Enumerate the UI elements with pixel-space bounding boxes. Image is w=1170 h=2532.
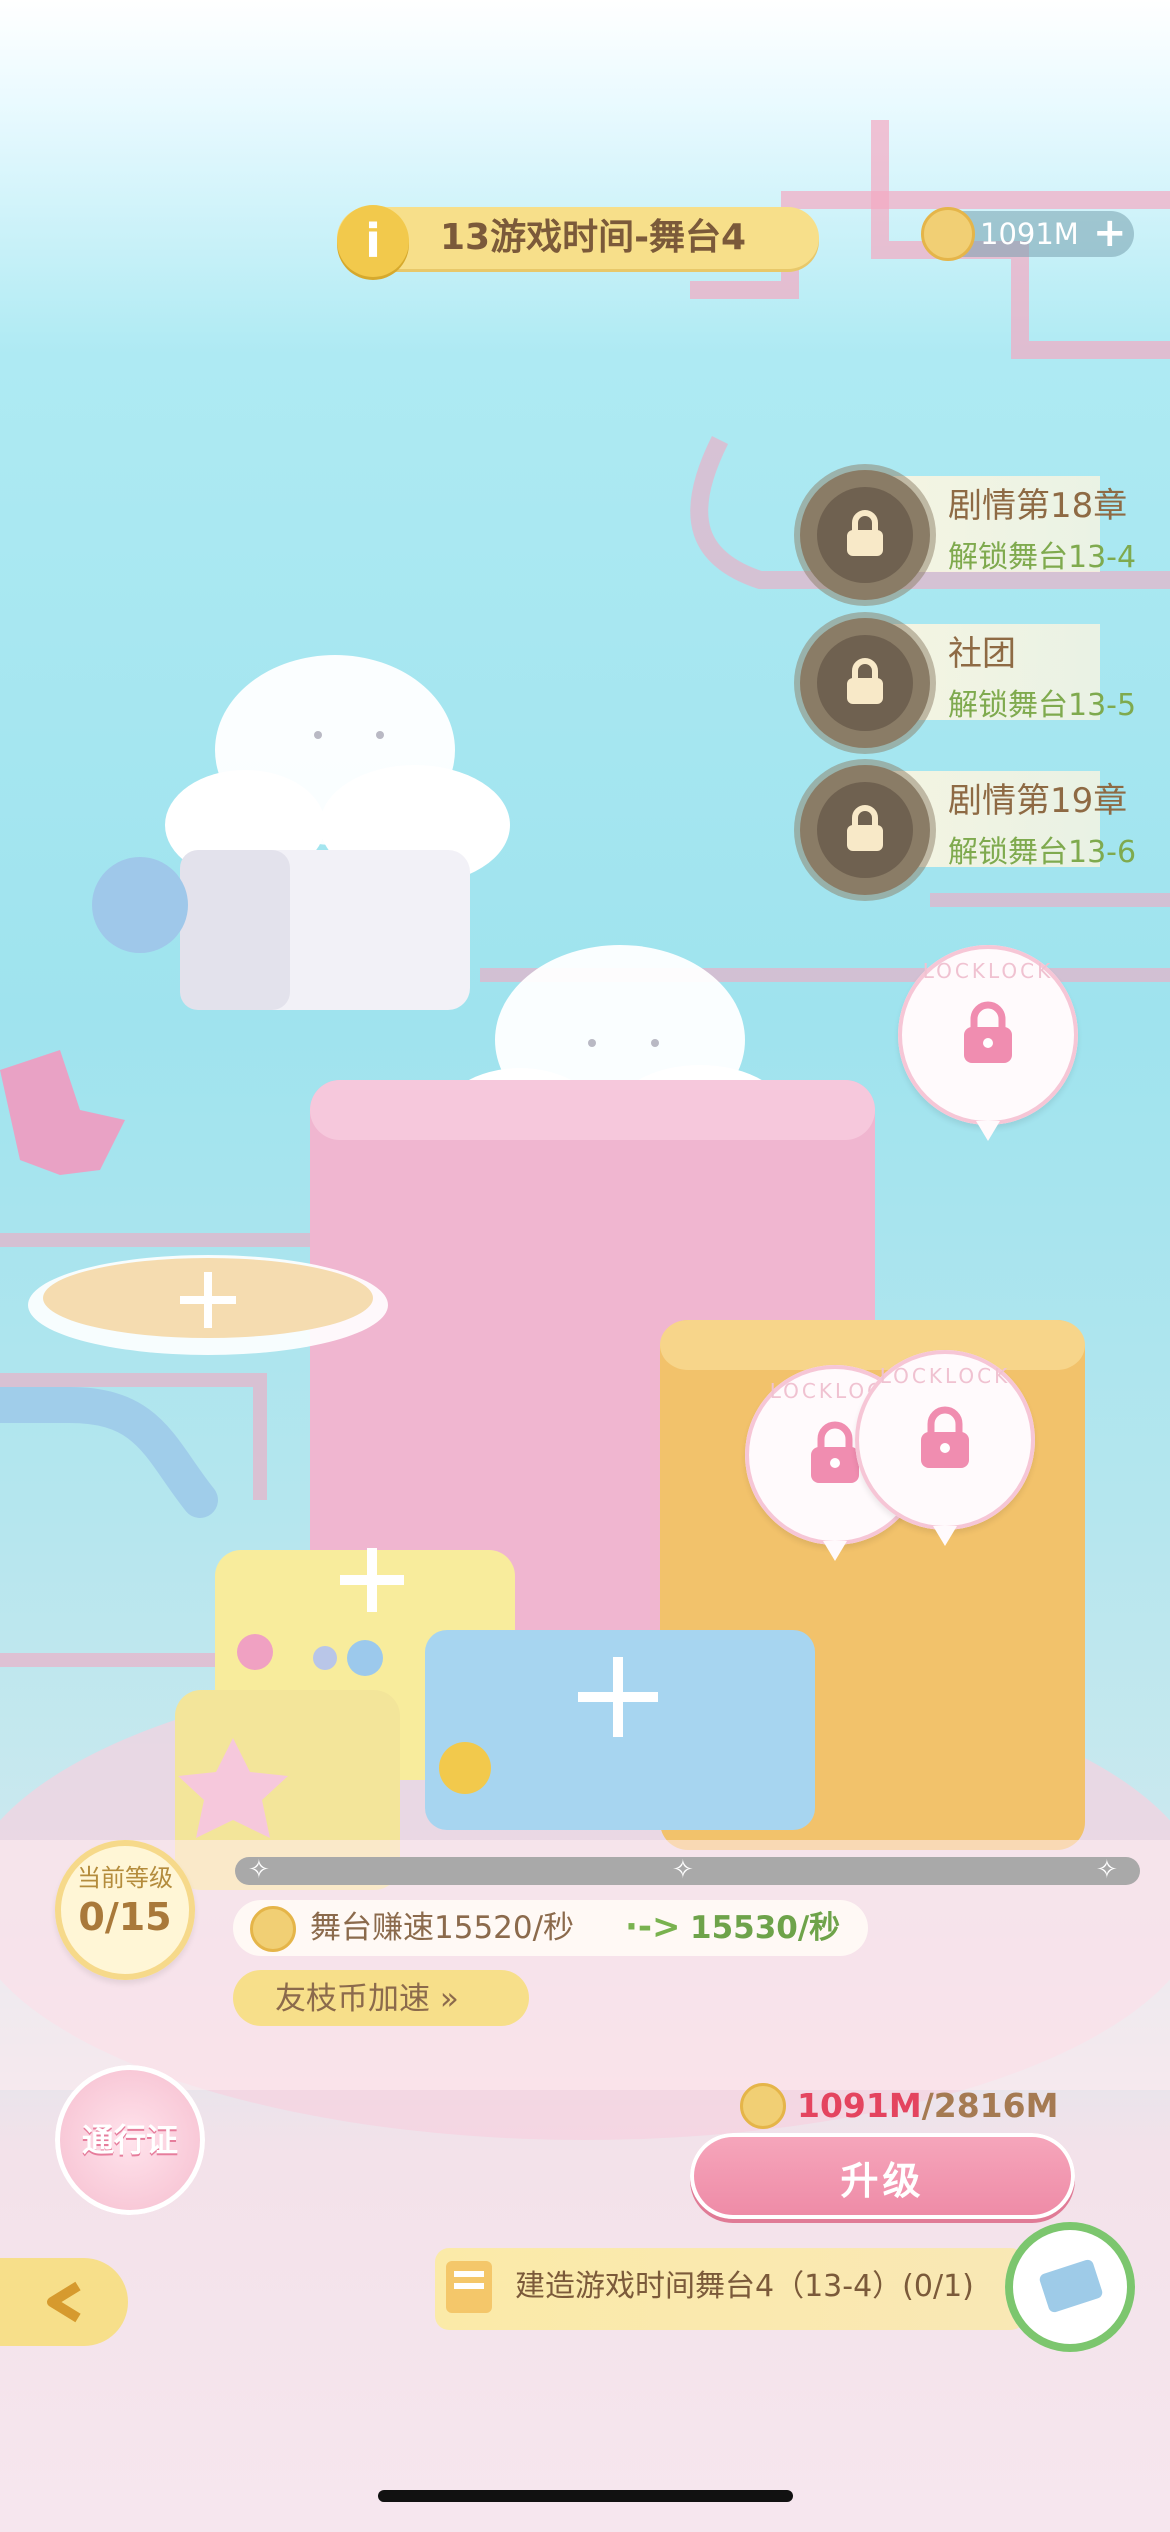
- cost-total: /2816M: [921, 2086, 1059, 2125]
- unlock-card-club[interactable]: 社团 解锁舞台13-5: [800, 618, 1136, 748]
- back-button[interactable]: [0, 2258, 128, 2346]
- coin-icon: [921, 207, 975, 261]
- locked-camera-icon: [800, 470, 930, 600]
- lock-bubble-text: LOCKLOCK: [879, 1364, 1011, 1388]
- game-scene: LOCKLOCK LOCKLOCK LOCKLOCK i 13游戏时间-舞台4 …: [0, 0, 1170, 2532]
- unlock-title: 社团: [948, 634, 1016, 674]
- card-button[interactable]: [1005, 2222, 1135, 2352]
- upgrade-label: 升级: [840, 2159, 925, 2203]
- progress-tick-icon: ✧: [248, 1855, 270, 1885]
- coin-icon: [250, 1906, 296, 1952]
- unlock-card-story-18[interactable]: 剧情第18章 解锁舞台13-4: [800, 470, 1136, 600]
- card-icon: [1039, 2259, 1103, 2313]
- unlock-card-story-19[interactable]: 剧情第19章 解锁舞台13-6: [800, 765, 1136, 895]
- lock-bubble[interactable]: LOCKLOCK: [855, 1350, 1035, 1546]
- earn-speed-current: 舞台赚速15520/秒: [310, 1910, 575, 1946]
- coin-amount: 1091M: [980, 217, 1079, 251]
- add-coins-icon[interactable]: +: [1093, 210, 1127, 256]
- lock-icon: [921, 1406, 969, 1468]
- earn-speed-next: 15530/秒: [690, 1910, 841, 1946]
- home-indicator: [378, 2490, 793, 2502]
- unlock-subtitle: 解锁舞台13-4: [948, 540, 1137, 575]
- coin-boost-label: 友枝币加速 »: [275, 1981, 459, 2017]
- pass-label: 通行证: [81, 2121, 178, 2159]
- locked-cup-icon: [800, 618, 930, 748]
- upgrade-cost: 1091M/2816M: [797, 2083, 1058, 2129]
- level-value: 0/15: [78, 1895, 172, 1939]
- unlock-title: 剧情第19章: [948, 781, 1128, 821]
- scroll-icon: [446, 2261, 492, 2313]
- quest-text: 建造游戏时间舞台4（13-4）(0/1): [515, 2269, 974, 2304]
- stage-title: 13游戏时间-舞台4: [440, 217, 747, 258]
- unlock-title: 剧情第18章: [948, 486, 1128, 526]
- progress-tick-icon: ✧: [1096, 1855, 1118, 1885]
- lock-bubble-text: LOCKLOCK: [922, 959, 1054, 983]
- lock-bubble[interactable]: LOCKLOCK: [898, 945, 1078, 1141]
- unlock-subtitle: 解锁舞台13-6: [948, 835, 1137, 870]
- lock-icon: [964, 1001, 1012, 1063]
- info-icon[interactable]: i: [337, 205, 409, 277]
- locked-camera-icon: [800, 765, 930, 895]
- level-label: 当前等级: [77, 1864, 173, 1892]
- back-arrow-icon: [47, 2281, 81, 2323]
- coin-icon: [740, 2083, 786, 2129]
- arrow-right-icon: ·->: [625, 1907, 681, 1947]
- cost-current: 1091M: [797, 2086, 922, 2125]
- progress-tick-icon: ✧: [672, 1855, 694, 1885]
- unlock-subtitle: 解锁舞台13-5: [948, 688, 1137, 723]
